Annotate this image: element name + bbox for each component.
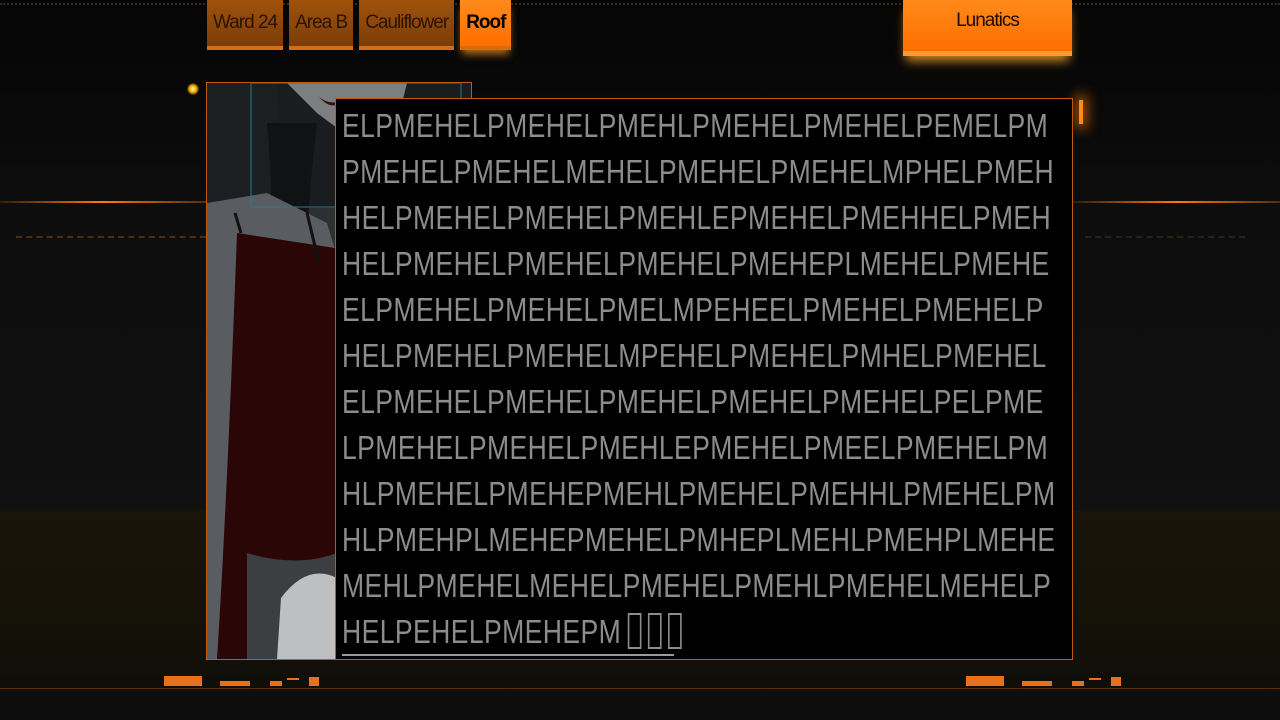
left-dashed-line: [16, 236, 206, 238]
left-accent-line: [0, 201, 206, 203]
text-line: HELPMEHELPMEHELPMEHELPMEHEPLMEHELPMEHE: [342, 245, 1050, 282]
text-line: LPMEHELPMEHELPMEHLEPMEHELPMEELPMEHELPM: [342, 429, 1049, 466]
top-dotted-border: [0, 3, 1280, 5]
missing-glyph-box: [667, 613, 682, 649]
missing-glyph-box: [647, 613, 662, 649]
glow-light-icon: [187, 83, 199, 95]
text-line: MEHLPMEHELMEHELPMEHELPMEHLPMEHELMEHELP: [342, 567, 1052, 604]
text-line: HELPMEHELPMEHELPMEHLEPMEHELPMEHHELPMEH: [342, 199, 1052, 236]
tab-cauliflower[interactable]: Cauliflower: [359, 0, 455, 50]
location-tabs: Ward 24 Area B Cauliflower Roof: [207, 0, 512, 56]
tab-ward-24[interactable]: Ward 24: [207, 0, 284, 50]
text-cursor-underline: [342, 654, 674, 656]
text-line: ELPMEHELPMEHELPMELMPEHEELPMEHELPMEHELP: [342, 291, 1044, 328]
text-line: HELPMEHELPMEHELMPEHELPMEHELPMHELPMEHEL: [342, 337, 1047, 374]
lunatics-button[interactable]: Lunatics: [903, 0, 1072, 56]
text-line: ELPMEHELPMEHELPMEHELPMEHELPMEHELPELPME: [342, 383, 1044, 420]
help-me-text-panel: ELPMEHELPMEHELPMEHLPMEHELPMEHELPEMELPM P…: [335, 98, 1073, 660]
text-lines: ELPMEHELPMEHELPMEHLPMEHELPMEHELPEMELPM P…: [342, 103, 1228, 655]
text-line: ELPMEHELPMEHELPMEHLPMEHELPMEHELPEMELPM: [342, 107, 1049, 144]
tab-roof[interactable]: Roof: [460, 0, 512, 50]
text-line: HLPMEHPLMEHEPMEHELPMHEPLMEHLPMEHPLMEHE: [342, 521, 1056, 558]
tab-area-b[interactable]: Area B: [289, 0, 354, 50]
text-line: HLPMEHELPMEHEPMEHLPMEHELPMEHHLPMEHELPM: [342, 475, 1056, 512]
lunatics-label: Lunatics: [956, 10, 1020, 31]
bottom-divider: [0, 688, 1280, 689]
text-line-last-content: HELPEHELPMEHEPM: [342, 613, 622, 650]
text-line-last: HELPEHELPMEHEPM: [342, 609, 1056, 655]
missing-glyph-box: [627, 613, 642, 649]
text-line: PMEHELPMEHELMEHELPMEHELPMEHELMPHELPMEH: [342, 153, 1055, 190]
